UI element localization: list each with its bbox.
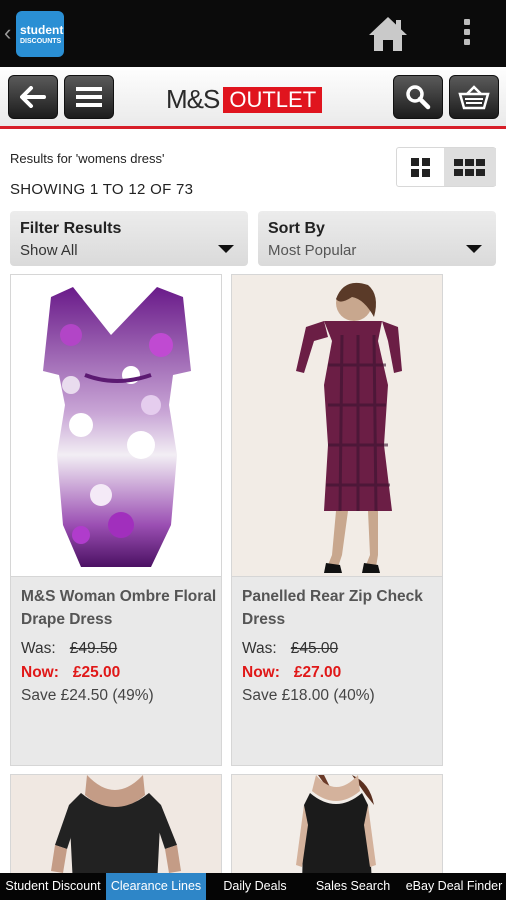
now-price: £27.00 — [293, 664, 342, 681]
chevron-down-icon — [218, 245, 234, 253]
back-button[interactable] — [8, 75, 58, 119]
results-count: SHOWING 1 TO 12 OF 73 — [10, 181, 194, 198]
savings-text: Save £18.00 (40%) — [242, 687, 375, 704]
now-label: Now: — [21, 664, 59, 681]
sort-label: Sort By — [268, 220, 325, 237]
savings-text: Save £24.50 (49%) — [21, 687, 154, 704]
product-image[interactable] — [11, 275, 221, 577]
product-image[interactable] — [232, 775, 442, 885]
product-card[interactable]: Panelled Rear Zip Check Dress Was: £45.00… — [231, 274, 443, 766]
brand-logo[interactable]: M&S OUTLET — [166, 84, 323, 114]
basket-button[interactable] — [449, 75, 499, 119]
chevron-down-icon — [466, 245, 482, 253]
logo-line1: student — [20, 23, 64, 37]
sort-dropdown[interactable]: Sort By Most Popular — [258, 211, 496, 266]
menu-button[interactable] — [64, 75, 114, 119]
app-bar: ‹ student DISCOUNTS — [0, 0, 506, 67]
brand-outlet: OUTLET — [223, 86, 323, 113]
black-dress-image — [51, 775, 181, 884]
product-image[interactable] — [11, 775, 221, 885]
large-grid-view-button[interactable] — [397, 148, 444, 186]
product-image[interactable] — [232, 275, 442, 577]
now-price-row: Now: £25.00 — [21, 664, 120, 682]
search-icon — [406, 85, 431, 110]
bottom-tab-bar: Student Discount Clearance Lines Daily D… — [0, 873, 506, 900]
student-discounts-logo[interactable]: student DISCOUNTS — [16, 11, 64, 57]
brand-name: M&S — [166, 84, 220, 114]
product-card[interactable] — [10, 774, 222, 885]
tab-sales-search[interactable]: Sales Search — [304, 873, 402, 900]
tab-clearance-lines[interactable]: Clearance Lines — [106, 873, 206, 900]
small-grid-icon — [454, 159, 486, 177]
tab-student-discount[interactable]: Student Discount — [0, 873, 106, 900]
app-screen: ‹ student DISCOUNTS M&S OUTLET Results f… — [0, 0, 506, 900]
results-for-text: Results for 'womens dress' — [10, 151, 165, 166]
was-price-row: Was: £45.00 — [242, 640, 338, 658]
floral-dress-image — [43, 287, 191, 567]
check-dress-image — [296, 282, 402, 573]
was-label: Was: — [242, 640, 277, 657]
hamburger-icon — [76, 87, 102, 107]
tab-ebay-deal-finder[interactable]: eBay Deal Finder — [402, 873, 506, 900]
product-name[interactable]: M&S Woman Ombre Floral Drape Dress — [21, 585, 221, 631]
was-price: £45.00 — [290, 640, 339, 657]
logo-line2: DISCOUNTS — [20, 38, 62, 45]
now-price-row: Now: £27.00 — [242, 664, 341, 682]
product-name[interactable]: Panelled Rear Zip Check Dress — [242, 585, 442, 631]
filter-label: Filter Results — [20, 220, 122, 237]
tab-daily-deals[interactable]: Daily Deals — [206, 873, 304, 900]
large-grid-icon — [411, 158, 431, 178]
basket-icon — [458, 85, 490, 110]
filter-dropdown[interactable]: Filter Results Show All — [10, 211, 248, 266]
black-shift-dress-image — [296, 775, 376, 884]
now-price: £25.00 — [72, 664, 121, 681]
sort-value: Most Popular — [268, 242, 357, 259]
search-button[interactable] — [393, 75, 443, 119]
back-arrow-icon — [20, 86, 46, 108]
was-price: £49.50 — [69, 640, 118, 657]
store-header: M&S OUTLET — [0, 67, 506, 129]
was-price-row: Was: £49.50 — [21, 640, 117, 658]
view-toggle — [396, 147, 496, 187]
filter-value: Show All — [20, 242, 78, 259]
small-grid-view-button[interactable] — [444, 148, 496, 186]
was-label: Was: — [21, 640, 56, 657]
product-card[interactable]: M&S Woman Ombre Floral Drape Dress Was: £… — [10, 274, 222, 766]
overflow-menu-icon[interactable] — [460, 16, 474, 52]
product-card[interactable] — [231, 774, 443, 885]
home-icon[interactable] — [366, 14, 410, 54]
now-label: Now: — [242, 664, 280, 681]
back-chevron-icon[interactable]: ‹ — [4, 22, 11, 44]
